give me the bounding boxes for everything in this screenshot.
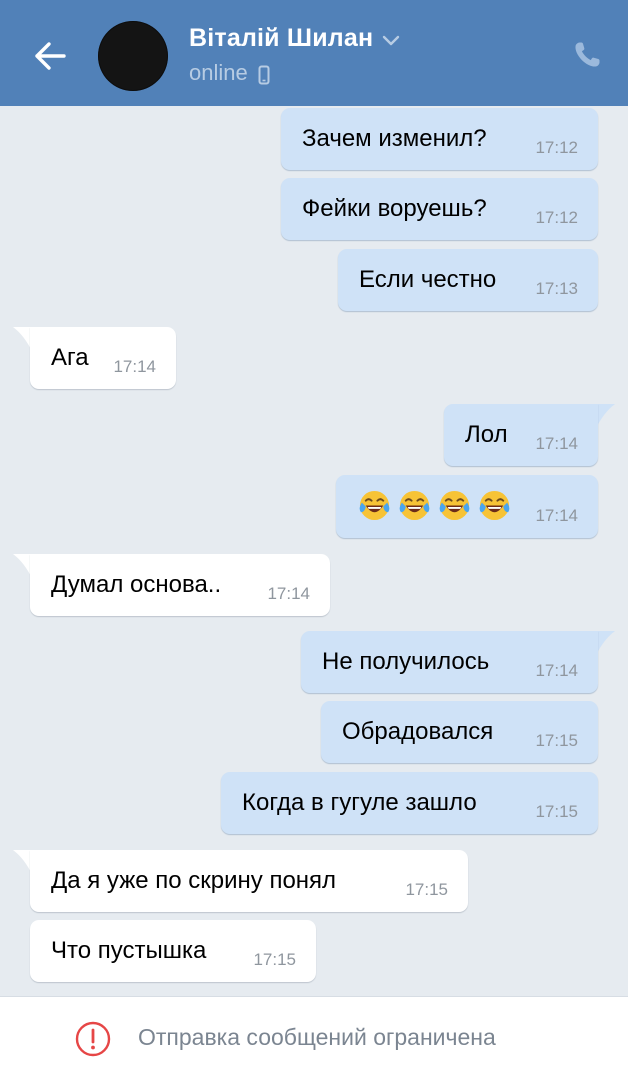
message-text: Не получилось — [322, 648, 490, 675]
outgoing-message[interactable]: Обрадовался 17:15 — [321, 701, 598, 763]
message-text: Думал основа.. — [51, 571, 222, 598]
message-bubble: 17:14 — [336, 475, 598, 538]
message-text: Что пустышка — [51, 937, 207, 964]
incoming-message[interactable]: Что пустышка 17:15 — [30, 920, 316, 982]
composer-restricted-bar: Отправка сообщений ограничена — [0, 996, 628, 1080]
message-time: 17:14 — [535, 434, 578, 453]
message-bubble: Обрадовался 17:15 — [321, 701, 598, 763]
outgoing-message[interactable]: Фейки воруешь? 17:12 — [281, 178, 598, 240]
bubble-tail — [595, 404, 615, 430]
outgoing-message[interactable]: Не получилось 17:14 — [301, 631, 615, 693]
message-text: Зачем изменил? — [302, 125, 487, 152]
message-list[interactable]: Зачем изменил? 17:12 Фейки воруешь? 17:1… — [0, 106, 628, 996]
message-text: Да я уже по скрину понял — [51, 867, 337, 894]
message-bubble: Да я уже по скрину понял 17:15 — [30, 850, 468, 912]
back-button[interactable] — [28, 34, 72, 78]
message-time: 17:14 — [113, 357, 156, 376]
chevron-down-icon — [383, 35, 400, 45]
message-time: 17:14 — [267, 584, 310, 603]
message-time: 17:15 — [253, 950, 296, 969]
message-bubble: Ага 17:14 — [30, 327, 176, 389]
message-bubble: Не получилось 17:14 — [301, 631, 598, 693]
message-bubble: Когда в гугуле зашло 17:15 — [221, 772, 598, 834]
avatar[interactable] — [98, 21, 168, 91]
message-text: Ага — [51, 344, 89, 371]
arrow-left-icon — [35, 42, 66, 70]
bubble-tail — [595, 631, 615, 657]
incoming-message[interactable]: Да я уже по скрину понял 17:15 — [13, 850, 468, 912]
call-button[interactable] — [570, 38, 604, 72]
contact-name: Віталій Шилан — [189, 24, 374, 52]
outgoing-message[interactable]: Зачем изменил? 17:12 — [281, 108, 598, 170]
outgoing-message[interactable]: Если честно 17:13 — [338, 249, 598, 311]
outgoing-message[interactable]: 17:14 — [336, 475, 598, 538]
warning-circle-icon — [75, 1021, 111, 1057]
message-time: 17:14 — [535, 506, 578, 525]
message-bubble: Что пустышка 17:15 — [30, 920, 316, 982]
message-time: 17:15 — [535, 731, 578, 750]
message-text: Когда в гугуле зашло — [242, 789, 477, 816]
face-with-tears-of-joy-icon — [399, 490, 430, 521]
chat-header: Віталій Шилан online — [0, 0, 628, 106]
phone-call-icon — [575, 42, 600, 67]
message-bubble: Думал основа.. 17:14 — [30, 554, 330, 616]
face-with-tears-of-joy-icon — [479, 490, 510, 521]
message-time: 17:13 — [535, 279, 578, 298]
message-text: Лол — [465, 421, 508, 448]
incoming-message[interactable]: Думал основа.. 17:14 — [13, 554, 330, 616]
face-with-tears-of-joy-icon — [439, 490, 470, 521]
message-text: Обрадовался — [342, 718, 494, 745]
message-time: 17:15 — [405, 880, 448, 899]
emoji-row — [358, 489, 518, 522]
message-bubble: Если честно 17:13 — [338, 249, 598, 311]
online-status: online — [189, 60, 248, 85]
message-text: Фейки воруешь? — [302, 195, 487, 222]
message-bubble: Лол 17:14 — [444, 404, 598, 466]
message-time: 17:12 — [535, 138, 578, 157]
message-time: 17:15 — [535, 802, 578, 821]
contact-info[interactable]: Віталій Шилан online — [189, 24, 400, 86]
message-time: 17:14 — [535, 661, 578, 680]
mobile-phone-icon — [258, 65, 270, 84]
message-bubble: Фейки воруешь? 17:12 — [281, 178, 598, 240]
message-bubble: Зачем изменил? 17:12 — [281, 108, 598, 170]
message-text: Если честно — [359, 266, 497, 293]
outgoing-message[interactable]: Когда в гугуле зашло 17:15 — [221, 772, 598, 834]
restriction-notice: Отправка сообщений ограничена — [138, 1024, 496, 1050]
outgoing-message[interactable]: Лол 17:14 — [444, 404, 615, 466]
message-time: 17:12 — [535, 208, 578, 227]
face-with-tears-of-joy-icon — [359, 490, 390, 521]
incoming-message[interactable]: Ага 17:14 — [13, 327, 176, 389]
